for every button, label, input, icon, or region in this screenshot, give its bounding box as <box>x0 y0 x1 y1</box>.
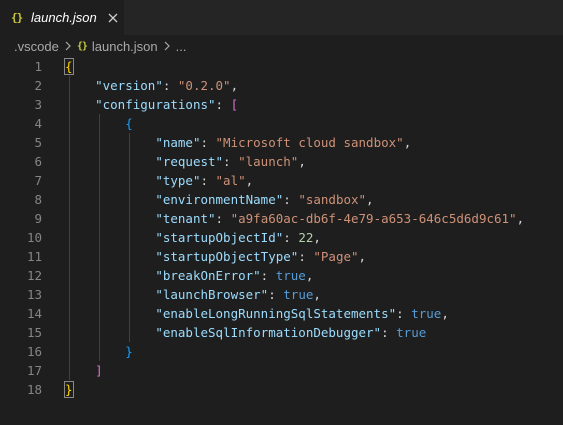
line-number: 15 <box>26 325 42 340</box>
line-number: 1 <box>34 59 42 74</box>
breadcrumb: .vscode {} launch.json ... <box>0 35 563 57</box>
json-close-brace: } <box>125 344 133 359</box>
line-number-gutter: 1 2 3 4 5 6 7 8 9 10 11 12 13 14 15 16 1… <box>0 57 42 399</box>
json-open-bracket: [ <box>230 97 239 112</box>
code-line: "startupObjectType": "Page", <box>155 249 367 264</box>
code-content[interactable]: { "version": "0.2.0", "configurations": … <box>64 57 563 399</box>
json-close-brace: } <box>64 381 74 398</box>
json-boolean: true <box>275 268 306 283</box>
json-string: "launch" <box>238 154 299 169</box>
code-line: "type": "al", <box>155 173 254 188</box>
line-number: 6 <box>34 154 42 169</box>
chevron-right-icon <box>64 41 72 51</box>
json-open-brace: { <box>125 116 133 131</box>
code-line: } <box>65 342 563 361</box>
code-line: "environmentName": "sandbox", <box>155 192 374 207</box>
json-braces-icon: {} <box>76 40 88 52</box>
json-boolean: true <box>283 287 314 302</box>
code-line: } <box>64 380 563 399</box>
json-key: "environmentName" <box>155 192 284 207</box>
code-line: "tenant": "a9fa60ac-db6f-4e79-a653-646c5… <box>155 211 525 226</box>
json-key: "enableSqlInformationDebugger" <box>155 325 382 340</box>
json-number: 22 <box>298 230 314 245</box>
json-key: "launchBrowser" <box>155 287 269 302</box>
json-string: "a9fa60ac-db6f-4e79-a653-646c5d6d9c61" <box>230 211 517 226</box>
json-key: "tenant" <box>155 211 216 226</box>
line-number: 7 <box>34 173 42 188</box>
json-key: "configurations" <box>95 97 216 112</box>
json-key: "enableLongRunningSqlStatements" <box>155 306 397 321</box>
json-string: "Microsoft cloud sandbox" <box>215 135 404 150</box>
line-number: 18 <box>26 382 42 397</box>
tab-bar: {} launch.json <box>0 0 563 35</box>
line-number: 5 <box>34 135 42 150</box>
chevron-right-icon <box>163 41 171 51</box>
json-boolean: true <box>411 306 442 321</box>
code-line: "launchBrowser": true, <box>155 287 321 302</box>
json-key: "name" <box>155 135 201 150</box>
line-number: 14 <box>26 306 42 321</box>
json-string: "Page" <box>313 249 359 264</box>
line-number: 3 <box>34 97 42 112</box>
code-line: { <box>65 114 563 133</box>
line-number: 2 <box>34 78 42 93</box>
json-close-bracket: ] <box>95 363 103 378</box>
breadcrumb-folder[interactable]: .vscode <box>14 39 59 54</box>
code-line: "breakOnError": true, <box>155 268 314 283</box>
code-line: "configurations": [ <box>95 97 239 112</box>
json-boolean: true <box>396 325 427 340</box>
code-line: "enableSqlInformationDebugger": true <box>155 325 427 340</box>
code-line: { <box>64 57 563 76</box>
line-number: 13 <box>26 287 42 302</box>
json-string: "sandbox" <box>298 192 367 207</box>
line-number: 8 <box>34 192 42 207</box>
breadcrumb-file[interactable]: launch.json <box>92 39 158 54</box>
json-open-brace: { <box>64 58 74 75</box>
code-line: "version": "0.2.0", <box>95 78 239 93</box>
json-braces-icon: {} <box>11 11 23 24</box>
line-number: 10 <box>26 230 42 245</box>
code-editor[interactable]: 1 2 3 4 5 6 7 8 9 10 11 12 13 14 15 16 1… <box>0 57 563 425</box>
json-key: "request" <box>155 154 224 169</box>
code-line: "name": "Microsoft cloud sandbox", <box>155 135 412 150</box>
json-key: "type" <box>155 173 201 188</box>
line-number: 9 <box>34 211 42 226</box>
code-line: "enableLongRunningSqlStatements": true, <box>155 306 449 321</box>
breadcrumb-more[interactable]: ... <box>176 39 187 54</box>
json-string: "al" <box>215 173 246 188</box>
line-number: 12 <box>26 268 42 283</box>
json-key: "startupObjectType" <box>155 249 299 264</box>
code-line: "startupObjectId": 22, <box>155 230 321 245</box>
tab-launch-json[interactable]: {} launch.json <box>0 0 124 35</box>
line-number: 4 <box>34 116 42 131</box>
json-string: "0.2.0" <box>177 78 231 93</box>
json-key: "breakOnError" <box>155 268 261 283</box>
line-number: 16 <box>26 344 42 359</box>
line-number: 11 <box>26 249 42 264</box>
json-key: "version" <box>95 78 163 93</box>
json-key: "startupObjectId" <box>155 230 284 245</box>
line-number: 17 <box>26 363 42 378</box>
code-line: ] <box>65 361 563 380</box>
close-icon[interactable] <box>105 10 121 26</box>
code-line: "request": "launch", <box>155 154 306 169</box>
tab-title: launch.json <box>31 10 97 25</box>
